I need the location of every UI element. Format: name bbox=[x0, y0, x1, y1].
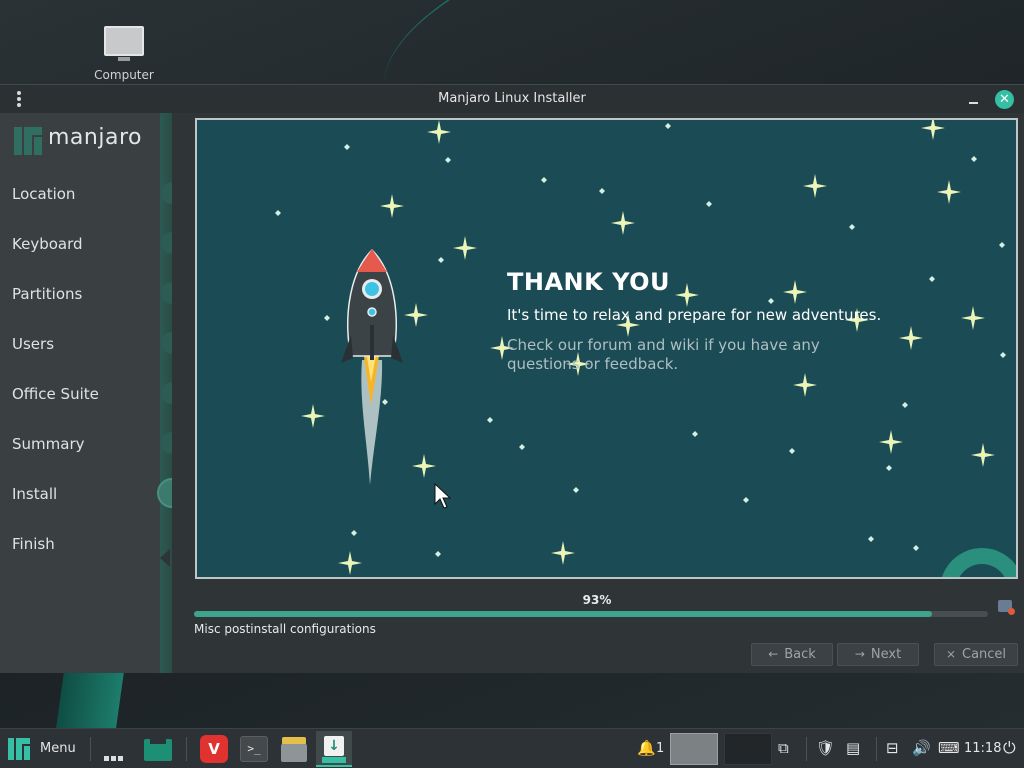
steps-sidebar: manjaro Location Keyboard Partitions Use… bbox=[0, 113, 187, 673]
manjaro-menu-icon bbox=[8, 738, 30, 760]
log-icon[interactable] bbox=[998, 600, 1015, 615]
progress-bar bbox=[194, 611, 988, 617]
menu-label: Menu bbox=[40, 741, 76, 756]
taskbar-separator bbox=[876, 737, 877, 761]
cancel-button-label: Cancel bbox=[962, 647, 1007, 662]
clipboard-icon[interactable]: ▤ bbox=[846, 739, 860, 757]
workspace-switcher-icon[interactable] bbox=[104, 746, 125, 765]
desktop-icon-label: Computer bbox=[94, 68, 154, 82]
terminal-icon[interactable]: >_ bbox=[240, 736, 268, 762]
arrow-right-icon: → bbox=[854, 647, 865, 661]
slide-subheading: It's time to relax and prepare for new a… bbox=[507, 306, 882, 324]
logo-wordmark: manjaro bbox=[48, 125, 142, 150]
taskbar-separator bbox=[90, 737, 91, 761]
taskbar-separator bbox=[186, 737, 187, 761]
installer-task-icon[interactable]: ↓ bbox=[316, 731, 352, 767]
next-button-label: Next bbox=[870, 647, 902, 662]
installer-window: Manjaro Linux Installer ✕ manjaro Locati… bbox=[0, 84, 1024, 673]
power-icon[interactable]: ⏻ bbox=[1003, 738, 1016, 758]
slide-info-text: Check our forum and wiki if you have any… bbox=[507, 336, 820, 373]
cancel-button[interactable]: ⨯ Cancel bbox=[934, 643, 1018, 666]
close-button[interactable]: ✕ bbox=[995, 90, 1014, 109]
desktop-icon-computer[interactable]: Computer bbox=[92, 26, 156, 82]
sidebar-item-keyboard: Keyboard bbox=[12, 235, 83, 253]
sidebar-item-users: Users bbox=[12, 335, 55, 353]
workspace-1[interactable] bbox=[670, 733, 718, 765]
gear-decoration bbox=[942, 548, 1016, 577]
menu-button[interactable]: Menu bbox=[0, 729, 86, 768]
vivaldi-browser-icon[interactable]: V bbox=[200, 735, 228, 763]
progress-bar-fill bbox=[194, 611, 933, 617]
window-list-icon[interactable]: ⧉ bbox=[778, 739, 789, 757]
notification-bell-icon[interactable]: 🔔 bbox=[637, 739, 656, 757]
progress-percent: 93% bbox=[582, 593, 612, 607]
taskbar-separator bbox=[806, 737, 807, 761]
sidebar-item-install: Install bbox=[12, 485, 58, 503]
cancel-icon: ⨯ bbox=[945, 647, 956, 661]
step-pointer bbox=[160, 549, 170, 567]
slide-heading: THANK YOU bbox=[507, 268, 670, 296]
notification-count: 1 bbox=[656, 741, 665, 756]
show-desktop-icon[interactable] bbox=[144, 739, 172, 761]
sidebar-item-location: Location bbox=[12, 185, 76, 203]
clock[interactable]: 11:18 bbox=[964, 741, 1001, 756]
window-title: Manjaro Linux Installer bbox=[438, 91, 586, 106]
slideshow: THANK YOU It's time to relax and prepare… bbox=[195, 118, 1018, 579]
manjaro-logo-icon bbox=[14, 127, 42, 155]
update-shield-icon[interactable]: 🛡 bbox=[816, 739, 835, 757]
network-icon[interactable]: ⊟ bbox=[886, 739, 899, 757]
main-panel: THANK YOU It's time to relax and prepare… bbox=[172, 113, 1024, 673]
sidebar-item-finish: Finish bbox=[12, 535, 55, 553]
progress-status: Misc postinstall configurations bbox=[194, 622, 376, 636]
rocket-illustration bbox=[341, 248, 403, 485]
workspace-2[interactable] bbox=[724, 733, 772, 765]
volume-icon[interactable]: 🔊 bbox=[912, 739, 931, 757]
back-button-label: Back bbox=[784, 647, 816, 662]
sidebar-item-summary: Summary bbox=[12, 435, 85, 453]
taskbar: Menu V >_ ↓ 🔔 1 ⧉ 🛡 ▤ ⊟ 🔊 ⌨ 11:18 ⏻ bbox=[0, 728, 1024, 768]
sidebar-item-office-suite: Office Suite bbox=[12, 385, 99, 403]
mouse-cursor-icon bbox=[434, 482, 452, 509]
computer-icon bbox=[104, 26, 144, 61]
keyboard-layout-icon[interactable]: ⌨ bbox=[938, 739, 960, 757]
sidebar-item-partitions: Partitions bbox=[12, 285, 83, 303]
title-bar[interactable]: Manjaro Linux Installer ✕ bbox=[0, 85, 1024, 113]
minimize-button[interactable] bbox=[966, 89, 982, 107]
next-button[interactable]: → Next bbox=[837, 643, 919, 666]
file-manager-icon[interactable] bbox=[280, 735, 308, 763]
arrow-left-icon: ← bbox=[768, 647, 779, 661]
back-button[interactable]: ← Back bbox=[751, 643, 833, 666]
